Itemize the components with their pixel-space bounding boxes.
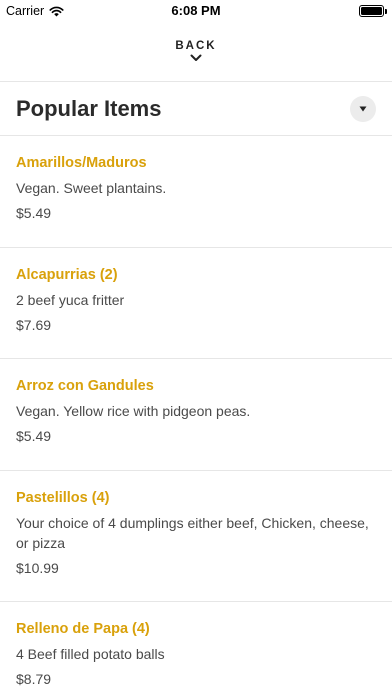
- item-name: Arroz con Gandules: [16, 378, 154, 394]
- item-price: $5.49: [16, 428, 52, 444]
- item-price: $8.79: [16, 671, 52, 687]
- caret-down-icon: [359, 106, 367, 112]
- item-description: 4 Beef filled potato balls: [16, 646, 165, 662]
- item-name: Relleno de Papa (4): [16, 621, 150, 637]
- menu-item[interactable]: Pastelillos (4) Your choice of 4 dumplin…: [0, 471, 392, 602]
- chevron-down-icon: [190, 54, 202, 61]
- item-name: Alcapurrias (2): [16, 267, 118, 283]
- battery-icon: [359, 5, 387, 17]
- item-name: Amarillos/Maduros: [16, 155, 147, 171]
- item-description: Your choice of 4 dumplings either beef, …: [16, 515, 369, 551]
- menu-item[interactable]: Alcapurrias (2) 2 beef yuca fritter $7.6…: [0, 248, 392, 359]
- menu-item-list: Amarillos/Maduros Vegan. Sweet plantains…: [0, 136, 392, 696]
- section-title: Popular Items: [16, 96, 162, 121]
- collapse-toggle-button[interactable]: [350, 96, 376, 122]
- menu-item[interactable]: Relleno de Papa (4) 4 Beef filled potato…: [0, 602, 392, 696]
- battery-nub: [385, 9, 387, 14]
- status-bar: Carrier 6:08 PM: [0, 0, 392, 22]
- item-description: Vegan. Sweet plantains.: [16, 180, 167, 196]
- menu-item[interactable]: Amarillos/Maduros Vegan. Sweet plantains…: [0, 136, 392, 248]
- back-label: BACK: [175, 40, 217, 52]
- battery-fill: [361, 7, 382, 15]
- back-button[interactable]: BACK: [0, 22, 392, 82]
- item-description: 2 beef yuca fritter: [16, 292, 125, 308]
- item-price: $10.99: [16, 560, 59, 576]
- item-price: $5.49: [16, 205, 52, 221]
- item-description: Vegan. Yellow rice with pidgeon peas.: [16, 403, 251, 419]
- section-header: Popular Items: [0, 82, 392, 136]
- item-name: Pastelillos (4): [16, 490, 110, 506]
- item-price: $7.69: [16, 317, 52, 333]
- menu-item[interactable]: Arroz con Gandules Vegan. Yellow rice wi…: [0, 359, 392, 471]
- clock: 6:08 PM: [171, 3, 221, 18]
